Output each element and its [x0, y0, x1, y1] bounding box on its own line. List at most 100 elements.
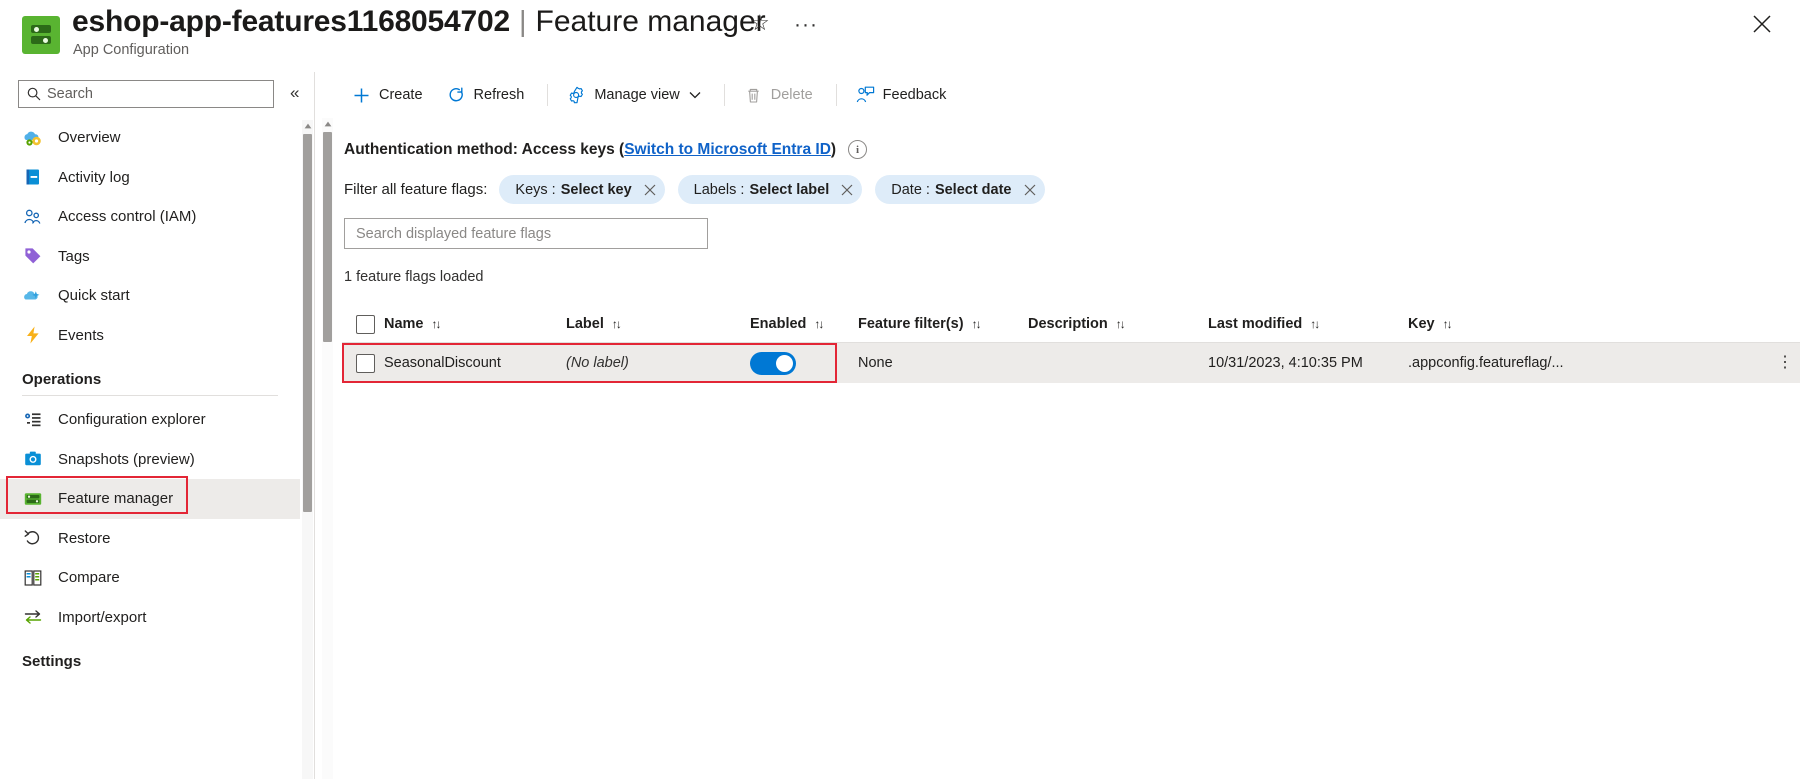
column-header-feature-filters[interactable]: Feature filter(s) ↑↓: [858, 316, 1028, 332]
sidebar-divider: [22, 395, 278, 396]
sort-icon: ↑↓: [972, 317, 980, 331]
sidebar-item-label: Tags: [58, 248, 90, 265]
filter-value: Select date: [935, 182, 1012, 198]
table-row[interactable]: SeasonalDiscount (No label) None 10/31/2…: [342, 343, 1800, 383]
column-label: Label: [566, 316, 604, 332]
sidebar-item-overview[interactable]: Overview: [0, 118, 300, 158]
close-icon[interactable]: [1748, 10, 1776, 38]
page-title: eshop-app-features1168054702 | Feature m…: [72, 5, 766, 39]
feature-flag-search-input[interactable]: [345, 219, 707, 248]
select-all-checkbox[interactable]: [356, 315, 375, 334]
column-label: Name: [384, 316, 424, 332]
create-button[interactable]: Create: [342, 79, 433, 111]
select-all-cell: [342, 315, 384, 334]
toolbar-divider: [724, 84, 725, 106]
filter-pill-keys[interactable]: Keys : Select key: [499, 175, 664, 204]
sidebar-item-label: Restore: [58, 530, 111, 547]
compare-icon: [22, 567, 44, 589]
auth-method-prefix: Authentication method: Access keys (: [344, 141, 624, 159]
filter-value: Select label: [749, 182, 829, 198]
sidebar-item-quick-start[interactable]: Quick start: [0, 276, 300, 316]
cell-label: (No label): [566, 355, 750, 371]
switch-to-entra-id-link[interactable]: Switch to Microsoft Entra ID: [624, 141, 831, 159]
sidebar-item-restore[interactable]: Restore: [0, 519, 300, 559]
sidebar-item-tags[interactable]: Tags: [0, 237, 300, 277]
plus-icon: [352, 86, 371, 105]
sidebar-item-access-control[interactable]: Access control (IAM): [0, 197, 300, 237]
feature-flags-table: Name ↑↓ Label ↑↓ Enabled ↑↓ Feature filt…: [342, 306, 1800, 383]
delete-label: Delete: [771, 87, 813, 103]
column-label: Key: [1408, 316, 1435, 332]
column-header-key[interactable]: Key ↑↓: [1408, 316, 1598, 332]
feature-manager-icon: [22, 488, 44, 510]
cell-feature-filters: None: [858, 355, 1028, 371]
sidebar-item-activity-log[interactable]: Activity log: [0, 158, 300, 198]
page-header: eshop-app-features1168054702 | Feature m…: [0, 0, 1800, 78]
collapse-sidebar-button[interactable]: «: [290, 84, 299, 101]
star-icon[interactable]: ☆: [750, 12, 770, 34]
create-label: Create: [379, 87, 423, 103]
resource-name: eshop-app-features1168054702: [72, 5, 510, 39]
close-icon[interactable]: [643, 183, 657, 197]
sidebar-item-snapshots[interactable]: Snapshots (preview): [0, 440, 300, 480]
cell-key: .appconfig.featureflag/...: [1408, 355, 1598, 371]
column-header-enabled[interactable]: Enabled ↑↓: [750, 316, 858, 332]
ellipsis-icon[interactable]: ···: [794, 14, 818, 35]
sidebar-item-label: Feature manager: [58, 490, 173, 507]
loaded-count-label: 1 feature flags loaded: [344, 269, 483, 285]
cell-enabled: [750, 352, 858, 375]
refresh-icon: [447, 86, 466, 105]
column-header-label[interactable]: Label ↑↓: [566, 316, 750, 332]
scroll-up-icon[interactable]: [302, 120, 313, 131]
column-header-name[interactable]: Name ↑↓: [384, 316, 566, 332]
sidebar-item-feature-manager[interactable]: Feature manager: [0, 479, 300, 519]
manage-view-button[interactable]: Manage view: [557, 79, 710, 111]
column-header-last-modified[interactable]: Last modified ↑↓: [1208, 316, 1408, 332]
sidebar-content-divider: [314, 72, 315, 779]
sidebar-section-settings: Settings: [0, 637, 300, 674]
info-icon[interactable]: i: [848, 140, 867, 159]
filter-key: Date :: [891, 182, 930, 198]
delete-button[interactable]: Delete: [734, 79, 823, 111]
sidebar-item-label: Activity log: [58, 169, 130, 186]
scroll-up-icon[interactable]: [322, 118, 333, 129]
sidebar-search[interactable]: [18, 80, 274, 108]
close-icon[interactable]: [840, 183, 854, 197]
sidebar-item-label: Events: [58, 327, 104, 344]
title-separator: |: [519, 6, 527, 39]
refresh-button[interactable]: Refresh: [437, 79, 535, 111]
authentication-method-banner: Authentication method: Access keys ( Swi…: [344, 140, 867, 159]
sidebar-section-operations: Operations: [0, 355, 300, 392]
feature-flag-search[interactable]: [344, 218, 708, 249]
import-export-icon: [22, 606, 44, 628]
sort-icon: ↑↓: [814, 317, 822, 331]
search-icon: [27, 87, 41, 101]
sidebar-scrollbar-thumb[interactable]: [303, 134, 312, 512]
sidebar-item-events[interactable]: Events: [0, 316, 300, 356]
row-select-cell: [342, 354, 384, 373]
configuration-explorer-icon: [22, 409, 44, 431]
row-context-menu-icon[interactable]: ⋮: [1777, 355, 1794, 371]
filter-pill-date[interactable]: Date : Select date: [875, 175, 1044, 204]
enabled-toggle[interactable]: [750, 352, 796, 375]
content-scrollbar-thumb[interactable]: [323, 132, 332, 342]
sidebar-item-configuration-explorer[interactable]: Configuration explorer: [0, 400, 300, 440]
filter-pill-labels[interactable]: Labels : Select label: [678, 175, 863, 204]
sort-icon: ↑↓: [1310, 317, 1318, 331]
column-header-description[interactable]: Description ↑↓: [1028, 316, 1208, 332]
search-input[interactable]: [47, 86, 247, 102]
close-icon[interactable]: [1023, 183, 1037, 197]
activity-log-icon: [22, 166, 44, 188]
feedback-icon: [856, 86, 875, 105]
sidebar-item-label: Compare: [58, 569, 120, 586]
sidebar-nav: Overview Activity log Acc: [0, 118, 300, 674]
page-title-text: Feature manager: [536, 5, 766, 39]
restore-icon: [22, 527, 44, 549]
filter-bar: Filter all feature flags: Keys : Select …: [344, 175, 1058, 204]
sidebar-item-compare[interactable]: Compare: [0, 558, 300, 598]
feedback-button[interactable]: Feedback: [846, 79, 957, 111]
sidebar-item-import-export[interactable]: Import/export: [0, 598, 300, 638]
main-content: Authentication method: Access keys ( Swi…: [322, 118, 1800, 779]
row-checkbox[interactable]: [356, 354, 375, 373]
filter-value: Select key: [561, 182, 632, 198]
